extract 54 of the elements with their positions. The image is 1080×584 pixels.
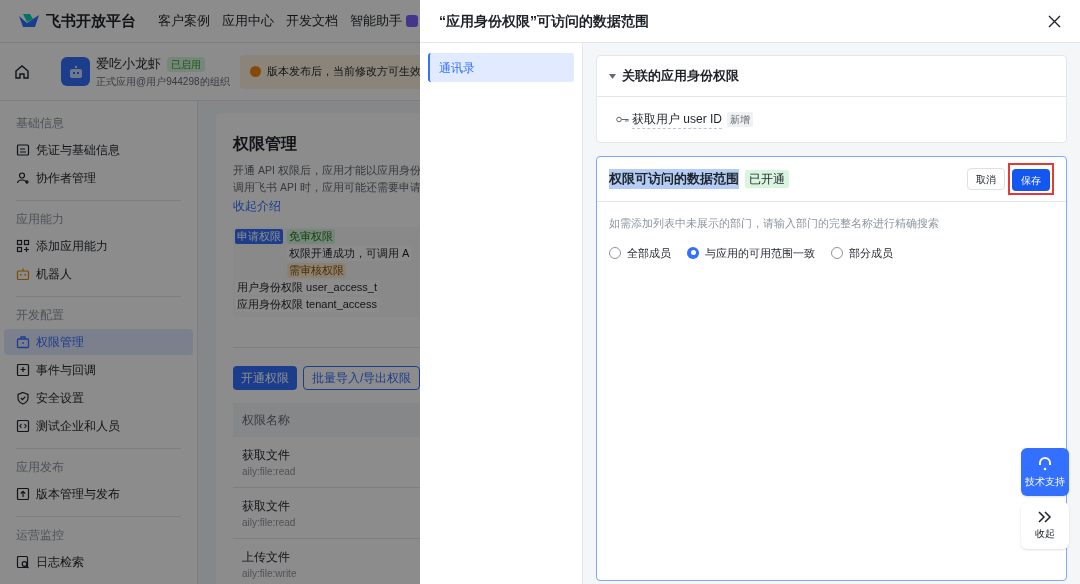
cancel-button[interactable]: 取消 bbox=[967, 168, 1005, 190]
sidebar-item[interactable]: 协作者管理 bbox=[4, 165, 193, 191]
app-name: 爱吃小龙虾 bbox=[96, 55, 161, 74]
nav-link[interactable]: 客户案例 bbox=[158, 11, 210, 31]
section-title: 运营监控 bbox=[15, 527, 65, 544]
sidebar-item[interactable]: 日志检索 bbox=[4, 549, 193, 575]
permission-name: 上传文件 bbox=[242, 548, 291, 566]
permission-scope: aily:file:read bbox=[242, 515, 297, 530]
section-title: 基础信息 bbox=[15, 115, 65, 132]
sidebar-item[interactable]: 版本管理与发布 bbox=[4, 481, 193, 507]
permission-scope: aily:file:write bbox=[242, 566, 298, 581]
diagram-node: 需审核权限 bbox=[287, 263, 346, 278]
nav-link[interactable]: 应用中心 bbox=[222, 11, 274, 31]
radio-option[interactable]: 全部成员 bbox=[609, 244, 671, 261]
intro-text: 开通 API 权限后，应用才能以应用身份 bbox=[233, 163, 422, 178]
diagram-node: 申请权限 bbox=[235, 229, 283, 244]
collapse-button[interactable]: 收起 bbox=[1021, 502, 1069, 549]
support-button[interactable]: 技术支持 bbox=[1021, 448, 1069, 496]
sidebar-item[interactable]: 事件与回调 bbox=[4, 357, 193, 383]
status-tag: 已开通 bbox=[745, 170, 789, 188]
sidebar-item[interactable]: 添加应用能力 bbox=[4, 233, 193, 259]
sidebar-item[interactable]: 安全设置 bbox=[4, 385, 193, 411]
import-export-button[interactable]: 批量导入/导出权限 bbox=[303, 366, 421, 390]
sidebar-item[interactable]: 测试企业和人员 bbox=[4, 413, 193, 439]
save-button[interactable]: 保存 bbox=[1012, 169, 1050, 192]
new-tag: 新增 bbox=[727, 112, 753, 127]
radio-option[interactable]: 与应用的可用范围一致 bbox=[687, 244, 815, 261]
permission-name: 获取用户 user ID bbox=[632, 110, 722, 129]
drawer-nav-item[interactable]: 通讯录 bbox=[428, 53, 574, 82]
diagram-node: 权限开通成功，可调用 A bbox=[287, 246, 412, 261]
section-title: 应用发布 bbox=[15, 459, 65, 476]
hint-text: 如需添加列表中未展示的部门，请输入部门的完整名称进行精确搜索 bbox=[609, 216, 940, 231]
diagram-node: 应用身份权限 tenant_access bbox=[235, 297, 379, 312]
section-heading: 关联的应用身份权限 bbox=[622, 67, 739, 86]
diagram-node: 免审权限 bbox=[287, 229, 335, 244]
sidebar-item[interactable]: 机器人 bbox=[4, 261, 193, 287]
permission-name: 获取文件 bbox=[242, 497, 291, 515]
intro-text: 调用飞书 API 时，应用可能还需要申请 bbox=[233, 180, 422, 195]
sidebar-item[interactable]: 凭证与基础信息 bbox=[4, 137, 193, 163]
section-heading: 权限可访问的数据范围 bbox=[609, 169, 739, 189]
diagram-node: 用户身份权限 user_access_t bbox=[235, 280, 379, 295]
nav-link[interactable]: 智能助手 bbox=[350, 11, 402, 31]
permission-scope: aily:file:read bbox=[242, 464, 297, 479]
page-title: 权限管理 bbox=[233, 134, 298, 154]
enable-permission-button[interactable]: 开通权限 bbox=[233, 366, 297, 390]
status-badge: 已启用 bbox=[167, 56, 205, 72]
brand-name[interactable]: 飞书开放平台 bbox=[46, 9, 136, 33]
permission-name: 获取文件 bbox=[242, 446, 291, 464]
section-title: 应用能力 bbox=[15, 211, 65, 228]
app-org: 正式应用@用户944298的组织 bbox=[96, 74, 230, 89]
notice-text: 版本发布后，当前修改方可生效 bbox=[266, 64, 421, 80]
drawer-title: “应用身份权限”可访问的数据范围 bbox=[439, 11, 649, 31]
nav-link[interactable]: 开发文档 bbox=[286, 11, 338, 31]
radio-option[interactable]: 部分成员 bbox=[831, 244, 893, 261]
